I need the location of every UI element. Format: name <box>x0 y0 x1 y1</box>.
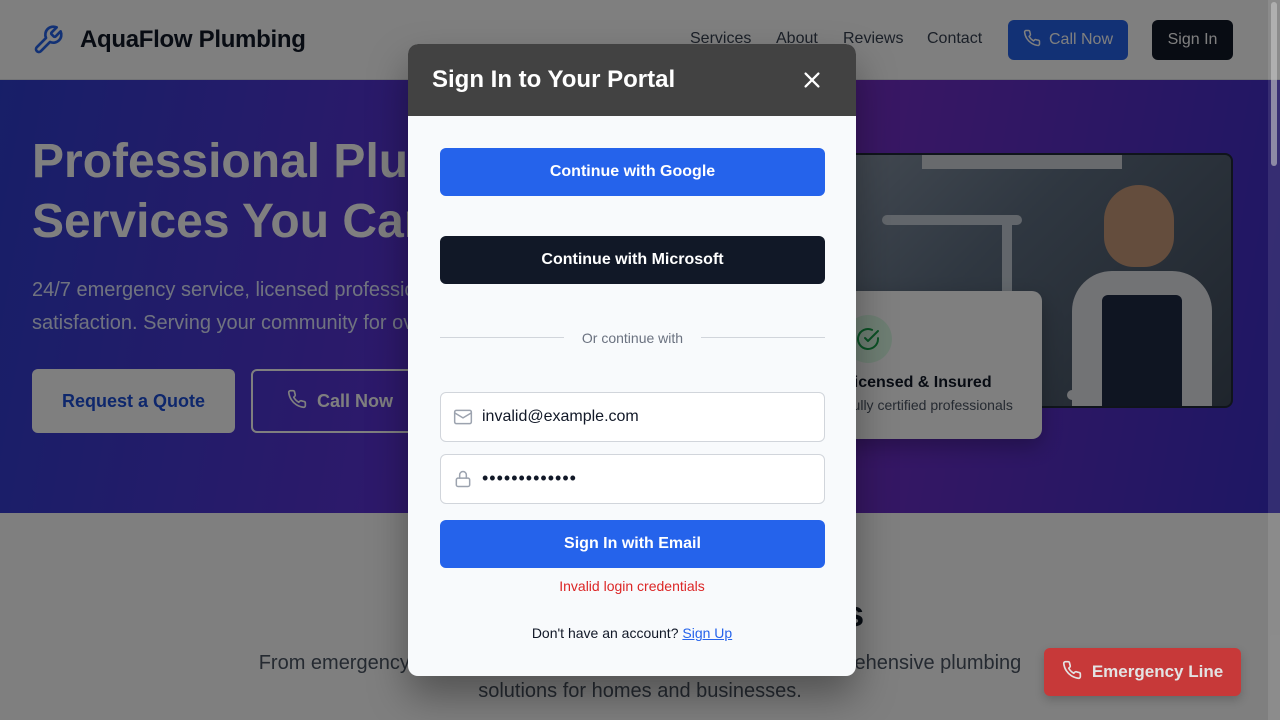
close-icon[interactable] <box>798 66 826 94</box>
sign-up-link[interactable]: Sign Up <box>682 625 732 641</box>
divider-line <box>440 337 564 338</box>
mail-icon <box>453 407 473 427</box>
email-field-value: invalid@example.com <box>482 408 639 425</box>
modal-title: Sign In to Your Portal <box>432 66 676 93</box>
page-scrollbar[interactable] <box>1268 0 1280 720</box>
password-field[interactable]: ••••••••••••• <box>440 454 825 504</box>
signup-prompt: Don't have an account? Sign Up <box>408 625 856 641</box>
password-field-value: ••••••••••••• <box>482 468 577 488</box>
divider-text: Or continue with <box>581 330 684 346</box>
lock-icon <box>453 469 473 489</box>
email-field[interactable]: invalid@example.com <box>440 392 825 442</box>
phone-icon <box>1062 660 1082 685</box>
signup-prompt-text: Don't have an account? <box>531 625 683 641</box>
emergency-line-label: Emergency Line <box>1091 662 1224 681</box>
continue-with-microsoft-button[interactable]: Continue with Microsoft <box>440 236 825 284</box>
sign-in-with-email-button[interactable]: Sign In with Email <box>440 520 825 568</box>
continue-with-google-button[interactable]: Continue with Google <box>440 148 825 196</box>
scrollbar-thumb[interactable] <box>1271 2 1277 166</box>
modal-header: Sign In to Your Portal <box>408 44 856 116</box>
divider-line <box>701 337 825 338</box>
emergency-line-button[interactable]: Emergency Line <box>1044 648 1241 696</box>
sign-in-modal: Sign In to Your Portal Continue with Goo… <box>408 44 856 676</box>
login-error-message: Invalid login credentials <box>559 578 705 594</box>
